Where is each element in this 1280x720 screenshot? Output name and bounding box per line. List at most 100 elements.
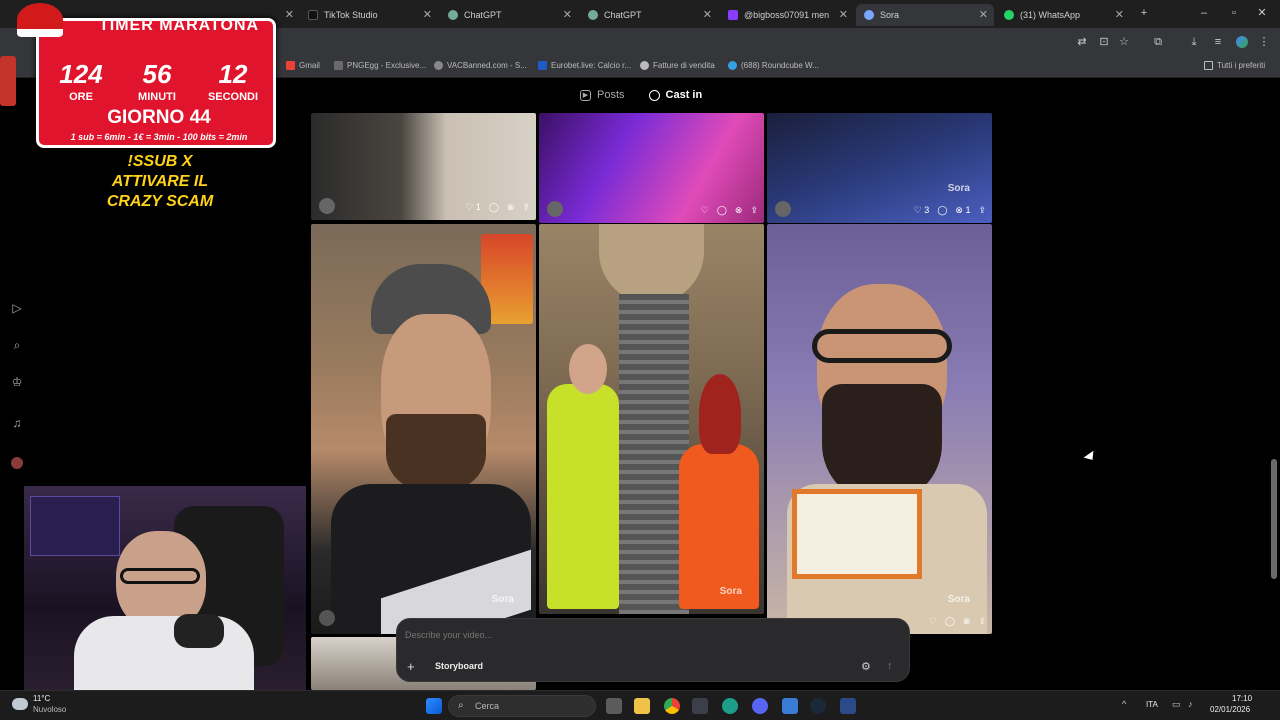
tab-posts[interactable]: ▶ Posts <box>580 89 625 101</box>
tab-bigboss[interactable]: @bigboss07091 men ✕ <box>720 4 854 26</box>
share-icon[interactable]: ⇪ <box>522 202 530 213</box>
settings-sliders-icon[interactable]: ⚙ <box>861 660 871 673</box>
taskbar-search[interactable]: ⌕ Cerca <box>448 695 596 717</box>
comment-icon[interactable]: ◯ <box>937 205 947 216</box>
bookmark-all[interactable]: Tutti i preferiti <box>1204 61 1265 70</box>
comment-icon[interactable]: ◯ <box>945 616 955 627</box>
remix-icon[interactable]: ⊗ 1 <box>955 205 970 216</box>
tab-chatgpt-2[interactable]: ChatGPT ✕ <box>580 4 718 26</box>
remix-icon[interactable]: ⊗ <box>507 202 515 213</box>
video-tile[interactable]: ♡ ◯ ⊗ ⇪ <box>539 113 764 223</box>
translate-icon[interactable]: ⇄ <box>1076 36 1088 48</box>
close-icon[interactable]: ✕ <box>839 8 848 21</box>
volume-icon[interactable]: ♪ <box>1188 699 1193 709</box>
install-icon[interactable]: ⊡ <box>1098 36 1110 48</box>
avatar[interactable] <box>775 201 791 217</box>
bookmark-vacbanned[interactable]: VACBanned.com - S... <box>434 61 527 70</box>
app-icon[interactable] <box>840 698 856 714</box>
storyboard-button[interactable]: Storyboard <box>435 661 483 671</box>
video-tile[interactable]: Sora ♡ ◯ ⊗ ⇪ <box>767 224 992 634</box>
video-tile[interactable]: ♡ 1 ◯ ⊗ ⇪ <box>311 113 536 220</box>
maximize-icon[interactable]: ▫ <box>1228 7 1240 19</box>
avatar[interactable] <box>319 610 335 626</box>
download-icon[interactable]: ⤓ <box>1188 36 1200 48</box>
tab-cast-in[interactable]: Cast in <box>648 89 703 101</box>
red-hair <box>699 374 741 454</box>
close-window-icon[interactable]: ✕ <box>1256 7 1268 19</box>
play-icon[interactable]: ▷ <box>10 301 24 315</box>
menu-icon[interactable]: ⋮ <box>1258 36 1270 48</box>
extensions-icon[interactable]: ⧉ <box>1152 36 1164 48</box>
share-icon[interactable]: ⇪ <box>978 205 986 216</box>
trophy-icon[interactable]: ♔ <box>10 375 24 389</box>
describe-video-input[interactable] <box>405 627 845 643</box>
tab-sora[interactable]: Sora ✕ <box>856 4 994 26</box>
profile-icon[interactable] <box>1236 36 1248 48</box>
tab-tiktok-studio[interactable]: TikTok Studio ✕ <box>300 4 438 26</box>
tab-chatgpt-1[interactable]: ChatGPT ✕ <box>440 4 578 26</box>
star-icon[interactable]: ☆ <box>1118 36 1130 48</box>
heart-icon[interactable]: ♡ 1 <box>465 202 481 213</box>
comment-icon[interactable]: ◯ <box>489 202 499 213</box>
call-line-2: ATTIVARE IL <box>111 173 209 190</box>
bookmark-pngegg[interactable]: PNGEgg - Exclusive... <box>334 61 426 70</box>
video-tile[interactable]: Sora ♡ 3 ◯ ⊗ 1 ⇪ <box>767 113 992 223</box>
remix-icon[interactable]: ⊗ <box>735 205 743 216</box>
hours-label: ORE <box>69 91 93 103</box>
app-icon[interactable] <box>782 698 798 714</box>
yellow-vest <box>547 384 619 609</box>
chatgpt-icon <box>588 10 598 20</box>
avatar[interactable] <box>11 457 23 469</box>
search-icon[interactable]: ⌕ <box>10 338 24 352</box>
chrome-icon[interactable] <box>664 698 680 714</box>
avatar[interactable] <box>319 198 335 214</box>
bell-icon[interactable]: ♫ <box>10 416 24 430</box>
heart-icon[interactable]: ♡ <box>929 616 937 627</box>
minimize-icon[interactable]: – <box>1198 7 1210 19</box>
cast-in-label: Cast in <box>665 89 703 101</box>
video-tile[interactable]: Sora <box>539 224 764 614</box>
close-icon[interactable]: ✕ <box>979 8 988 21</box>
heart-icon[interactable]: ♡ 3 <box>914 205 930 216</box>
avatar[interactable] <box>547 201 563 217</box>
remix-icon[interactable]: ⊗ <box>963 616 971 627</box>
reading-list-icon[interactable]: ≡ <box>1212 36 1224 48</box>
windows-start-icon[interactable] <box>426 698 442 714</box>
task-view-icon[interactable] <box>606 698 622 714</box>
share-icon[interactable]: ⇪ <box>750 205 758 216</box>
new-tab-icon[interactable]: + <box>1138 7 1150 19</box>
bookmark-eurobet[interactable]: Eurobet.live: Calcio r... <box>538 61 631 70</box>
send-arrow-icon[interactable]: ↑ <box>887 660 893 672</box>
minutes-label: MINUTI <box>138 91 176 103</box>
heart-icon[interactable]: ♡ <box>701 205 709 216</box>
overlay-call-to-action: !SSUB X ATTIVARE IL CRAZY SCAM <box>60 152 260 212</box>
seconds-label: SECONDI <box>207 91 259 103</box>
close-icon[interactable]: ✕ <box>285 8 294 21</box>
language-indicator[interactable]: ITA <box>1146 700 1158 709</box>
lottery-ticket <box>792 489 922 579</box>
app-icon[interactable] <box>722 698 738 714</box>
scrollbar[interactable] <box>1271 459 1277 579</box>
bookmark-fatture[interactable]: Fatture di vendita <box>640 61 715 70</box>
rates-text: 1 sub = 6min - 1€ = 3min - 100 bits = 2m… <box>70 132 248 142</box>
steam-icon[interactable] <box>810 698 826 714</box>
share-icon[interactable]: ⇪ <box>978 616 986 627</box>
background-shelf <box>30 496 120 556</box>
close-icon[interactable]: ✕ <box>703 8 712 21</box>
close-icon[interactable]: ✕ <box>423 8 432 21</box>
discord-icon[interactable] <box>752 698 768 714</box>
network-icon[interactable]: ▭ <box>1172 699 1181 710</box>
file-explorer-icon[interactable] <box>634 698 650 714</box>
close-icon[interactable]: ✕ <box>1115 8 1124 21</box>
video-tile[interactable]: Sora <box>311 224 536 634</box>
add-icon[interactable]: + <box>407 659 415 674</box>
sora-watermark: Sora <box>491 594 514 605</box>
app-icon[interactable] <box>692 698 708 714</box>
tab-whatsapp[interactable]: (31) WhatsApp ✕ <box>996 4 1130 26</box>
bookmark-roundcube[interactable]: (688) Roundcube W... <box>728 61 819 70</box>
comment-icon[interactable]: ◯ <box>717 205 727 216</box>
hours-value: 124 <box>59 59 103 89</box>
close-icon[interactable]: ✕ <box>563 8 572 21</box>
chevron-up-icon[interactable]: ^ <box>1122 699 1126 709</box>
bookmark-gmail[interactable]: Gmail <box>286 61 320 70</box>
